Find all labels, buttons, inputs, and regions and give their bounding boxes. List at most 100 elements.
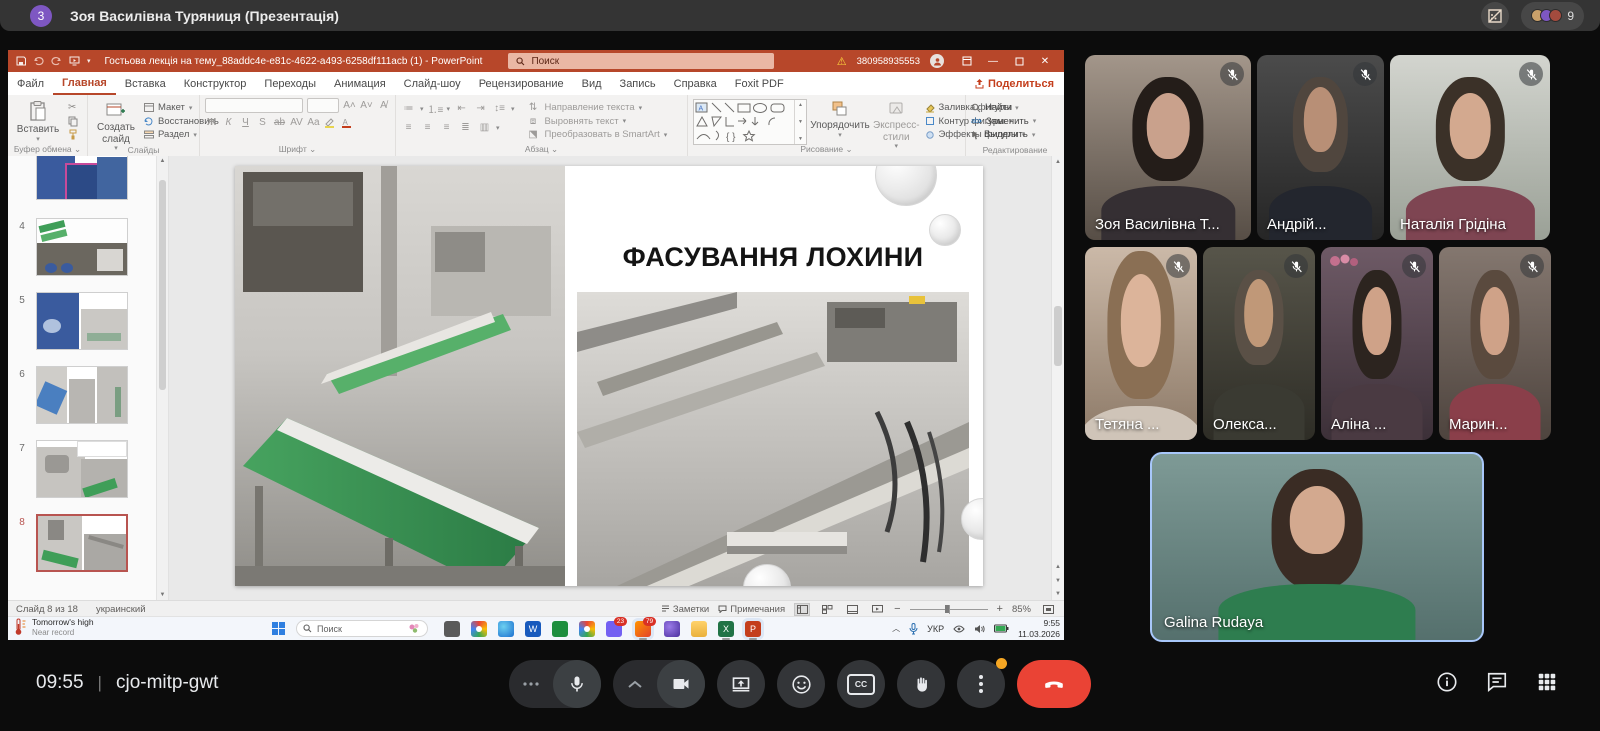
present-screen-button[interactable]	[717, 660, 765, 708]
font-size-combo[interactable]	[307, 98, 339, 113]
qat-dropdown-icon[interactable]: ▾	[87, 57, 91, 65]
slideshow-view-button[interactable]	[869, 603, 885, 616]
tray-clock[interactable]: 9:55 11.03.2026	[1018, 618, 1060, 638]
bullets-icon[interactable]: ≔	[401, 103, 416, 114]
slide-thumbnail-7[interactable]: 7	[8, 440, 156, 498]
video-tile[interactable]: Олекса...	[1203, 247, 1315, 440]
audio-options-button[interactable]	[509, 660, 553, 708]
close-button[interactable]: ✕	[1032, 50, 1058, 72]
taskbar-search[interactable]: Поиск	[296, 620, 428, 637]
taskbar-app-green[interactable]	[552, 621, 568, 637]
change-case-button[interactable]: Aa	[307, 117, 320, 128]
tray-mic-icon[interactable]	[909, 623, 918, 635]
replace-button[interactable]: abЗаменить ▾	[971, 115, 1036, 128]
taskbar-app-file-explorer[interactable]	[691, 621, 707, 637]
change-layout-button[interactable]	[1481, 2, 1509, 30]
tab-record[interactable]: Запись	[611, 72, 665, 95]
tab-file[interactable]: Файл	[8, 72, 53, 95]
end-call-button[interactable]	[1017, 660, 1091, 708]
tab-animations[interactable]: Анимация	[325, 72, 395, 95]
start-presentation-icon[interactable]	[69, 56, 80, 66]
taskbar-app-edge[interactable]	[498, 621, 514, 637]
start-button[interactable]	[270, 621, 286, 637]
clear-formatting-icon[interactable]: A̸	[377, 100, 390, 111]
paste-button[interactable]: Вставить ▾	[13, 99, 63, 143]
taskbar-app-dark[interactable]	[444, 621, 460, 637]
zoom-level[interactable]: 85%	[1012, 604, 1031, 615]
increase-indent-icon[interactable]: ⇥	[473, 103, 488, 114]
select-button[interactable]: Выделить ▾	[971, 128, 1036, 141]
taskbar-app-word[interactable]: W	[525, 621, 541, 637]
video-tile[interactable]: Андрій...	[1257, 55, 1384, 240]
undo-icon[interactable]	[33, 56, 44, 66]
tray-battery-icon[interactable]	[994, 624, 1009, 633]
more-options-button[interactable]	[957, 660, 1005, 708]
tab-design[interactable]: Конструктор	[175, 72, 256, 95]
tab-foxit[interactable]: Foxit PDF	[726, 72, 793, 95]
zoom-out-button[interactable]: −	[894, 603, 900, 615]
taskbar-app-browser-purple[interactable]	[664, 621, 680, 637]
slide-thumbnail-6[interactable]: 6	[8, 366, 156, 424]
tab-transitions[interactable]: Переходы	[255, 72, 325, 95]
minimize-button[interactable]: —	[980, 50, 1006, 72]
columns-icon[interactable]: ▥	[477, 122, 492, 133]
tab-insert[interactable]: Вставка	[116, 72, 175, 95]
captions-button[interactable]: CC	[837, 660, 885, 708]
font-name-combo[interactable]	[205, 98, 303, 113]
numbering-icon[interactable]: ⒈≡	[428, 101, 443, 116]
tab-help[interactable]: Справка	[665, 72, 726, 95]
reading-view-button[interactable]	[844, 603, 860, 616]
align-right-icon[interactable]: ≡	[439, 122, 454, 133]
tab-home[interactable]: Главная	[53, 72, 116, 95]
highlight-color-icon[interactable]	[324, 117, 337, 128]
font-color-icon[interactable]: A	[341, 117, 354, 128]
shrink-font-icon[interactable]: A˅	[360, 100, 373, 111]
video-tile[interactable]: Аліна ...	[1321, 247, 1433, 440]
fit-slide-button[interactable]	[1040, 603, 1056, 616]
language-indicator[interactable]: украинский	[96, 604, 146, 615]
new-slide-button[interactable]: Создать слайд ▾	[93, 99, 139, 143]
meeting-info-button[interactable]	[1436, 671, 1458, 693]
tray-language[interactable]: УКР	[927, 624, 944, 634]
char-spacing-button[interactable]: AV	[290, 117, 303, 128]
participants-button[interactable]: 9	[1521, 2, 1584, 30]
tab-slideshow[interactable]: Слайд-шоу	[395, 72, 470, 95]
shapes-scrollbar[interactable]: ▲▼▼	[794, 100, 806, 144]
grow-font-icon[interactable]: A˄	[343, 100, 356, 111]
reactions-button[interactable]	[777, 660, 825, 708]
shapes-gallery[interactable]: A { }	[693, 99, 807, 145]
taskbar-app-excel[interactable]: X	[718, 621, 734, 637]
taskbar-app-chrome-profile[interactable]	[579, 621, 595, 637]
redo-icon[interactable]	[51, 56, 62, 66]
format-painter-icon[interactable]	[68, 128, 78, 141]
taskbar-app-powerpoint[interactable]: P	[745, 621, 761, 637]
participants-grid-button[interactable]	[1536, 671, 1558, 693]
arrange-button[interactable]: Упорядочить ▾	[812, 99, 868, 143]
slide-canvas[interactable]: ФАСУВАННЯ ЛОХИНИ	[235, 166, 983, 586]
taskbar-app-messenger[interactable]: 23	[606, 621, 622, 637]
slide-thumbnail-5[interactable]: 5	[8, 292, 156, 350]
tray-eye-icon[interactable]	[953, 625, 965, 633]
bold-button[interactable]: Ж	[205, 117, 218, 128]
slide-title[interactable]: ФАСУВАННЯ ЛОХИНИ	[571, 242, 975, 273]
video-tile[interactable]: Тетяна ...	[1085, 247, 1197, 440]
text-direction-button[interactable]: ⇅Направление текста ▾	[526, 101, 668, 114]
weather-widget[interactable]: Tomorrow's high Near record	[14, 618, 94, 637]
slide-thumbnail-3[interactable]	[8, 156, 156, 200]
underline-button[interactable]: Ч	[239, 117, 252, 128]
ribbon-display-options-button[interactable]	[954, 50, 980, 72]
tray-expand-icon[interactable]: ︿	[892, 623, 900, 634]
smartart-button[interactable]: ⬔Преобразовать в SmartArt ▾	[526, 128, 668, 141]
taskbar-app-orange-active[interactable]: 79	[635, 621, 651, 637]
save-icon[interactable]	[16, 56, 26, 66]
taskbar-app-chrome[interactable]	[471, 621, 487, 637]
maximize-button[interactable]	[1006, 50, 1032, 72]
shadow-button[interactable]: S	[256, 117, 269, 128]
align-text-button[interactable]: ⧈Выровнять текст ▾	[526, 115, 668, 128]
tab-review[interactable]: Рецензирование	[470, 72, 573, 95]
tab-view[interactable]: Вид	[573, 72, 611, 95]
video-tile[interactable]: Зоя Василівна Т...	[1085, 55, 1251, 240]
copy-icon[interactable]	[68, 115, 78, 128]
italic-button[interactable]: К	[222, 117, 235, 128]
line-spacing-icon[interactable]: ↕≡	[492, 103, 507, 114]
